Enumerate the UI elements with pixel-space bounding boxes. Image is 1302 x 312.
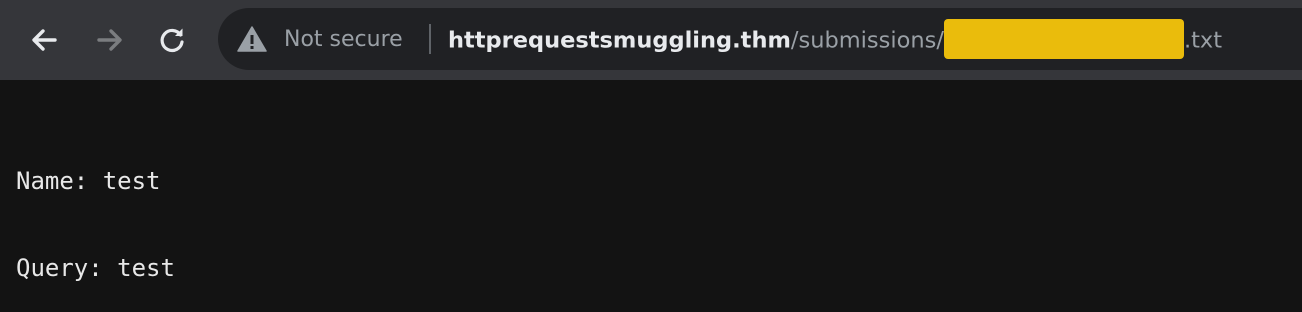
security-indicator[interactable]: Not secure bbox=[236, 22, 403, 56]
back-button[interactable] bbox=[24, 20, 64, 60]
reload-button[interactable] bbox=[152, 20, 192, 60]
text-line-query: Query: test bbox=[16, 254, 175, 282]
url-path: /submissions/ bbox=[790, 27, 944, 54]
url-text[interactable]: httprequestsmuggling.thm/submissions/ .tx… bbox=[448, 19, 1223, 59]
arrow-left-icon bbox=[32, 29, 57, 51]
url-host: httprequestsmuggling.thm bbox=[448, 27, 791, 54]
omnibox-divider bbox=[429, 24, 431, 54]
forward-button[interactable] bbox=[90, 20, 130, 60]
warning-triangle-icon bbox=[237, 26, 267, 52]
text-line-name: Name: test bbox=[16, 167, 161, 195]
redaction-block bbox=[943, 19, 1184, 59]
browser-toolbar: Not secure httprequestsmuggling.thm/subm… bbox=[0, 0, 1302, 80]
page-content: Name: test Query: test bbox=[16, 109, 175, 312]
url-suffix: .txt bbox=[1183, 27, 1223, 54]
arrow-right-icon bbox=[97, 29, 122, 51]
address-bar[interactable]: Not secure httprequestsmuggling.thm/subm… bbox=[218, 8, 1302, 70]
reload-icon bbox=[160, 28, 184, 53]
security-label: Not secure bbox=[284, 26, 403, 52]
